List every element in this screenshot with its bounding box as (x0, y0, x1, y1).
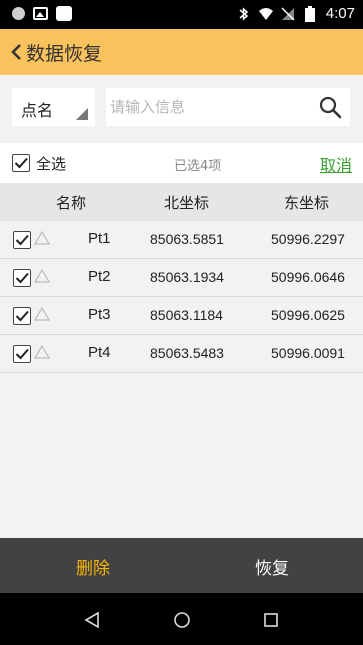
image-icon (33, 7, 48, 20)
point-name: Pt1 (88, 230, 111, 247)
row-checkbox[interactable] (13, 231, 31, 249)
north-coordinate: 85063.5483 (150, 345, 224, 361)
table-row[interactable]: Pt2 85063.1934 50996.0646 (0, 259, 363, 297)
bottom-action-bar: 删除 恢复 (0, 538, 363, 593)
bluetooth-icon (239, 6, 248, 21)
row-checkbox[interactable] (13, 307, 31, 325)
checkmark-icon (14, 157, 28, 169)
app-header: 数据恢复 (0, 29, 363, 75)
north-coordinate: 85063.1184 (150, 307, 223, 323)
table-header: 名称 北坐标 东坐标 (0, 183, 363, 221)
status-bar: 4:07 (0, 0, 363, 29)
field-select-value: 点名 (21, 101, 54, 120)
selected-count: 已选4项 (174, 159, 222, 174)
column-header-north: 北坐标 (164, 194, 210, 212)
north-coordinate: 85063.1934 (150, 269, 224, 285)
magnifier-icon (319, 96, 342, 119)
select-all-row: 全选 已选4项 取消 (0, 143, 363, 183)
restore-button[interactable]: 恢复 (255, 554, 289, 579)
checkmark-icon (15, 310, 29, 322)
warning-triangle-icon (34, 307, 50, 321)
warning-triangle-icon (34, 269, 50, 283)
nav-recents-button[interactable] (259, 608, 283, 632)
checkmark-icon (15, 348, 29, 360)
navigation-bar (0, 593, 363, 645)
table-body: Pt1 85063.5851 50996.2297 Pt2 85063.1934… (0, 221, 363, 373)
table-row[interactable]: Pt1 85063.5851 50996.2297 (0, 221, 363, 259)
search-button[interactable] (310, 88, 350, 126)
north-coordinate: 85063.5851 (150, 231, 224, 247)
select-all-label[interactable]: 全选 (36, 153, 66, 174)
chevron-left-icon (11, 44, 21, 60)
delete-button[interactable]: 删除 (76, 554, 110, 579)
table-row[interactable]: Pt4 85063.5483 50996.0091 (0, 335, 363, 373)
search-input[interactable] (106, 88, 310, 126)
warning-triangle-icon (34, 345, 50, 359)
field-select-dropdown[interactable]: 点名 (12, 88, 95, 126)
point-name: Pt2 (88, 268, 111, 285)
app-icon (56, 6, 72, 21)
warning-triangle-icon (34, 231, 50, 245)
point-name: Pt3 (88, 306, 111, 323)
table-row[interactable]: Pt3 85063.1184 50996.0625 (0, 297, 363, 335)
east-coordinate: 50996.2297 (271, 231, 345, 247)
nav-home-button[interactable] (170, 608, 194, 632)
east-coordinate: 50996.0625 (271, 307, 345, 323)
back-button[interactable] (6, 40, 26, 64)
wifi-icon (258, 7, 273, 20)
record-icon (12, 7, 25, 20)
no-sim-icon (281, 6, 295, 21)
dropdown-triangle-icon (76, 108, 88, 120)
row-checkbox[interactable] (13, 345, 31, 363)
nav-back-button[interactable] (80, 608, 104, 632)
search-box (106, 88, 310, 126)
checkmark-icon (15, 234, 29, 246)
east-coordinate: 50996.0091 (271, 345, 345, 361)
back-triangle-icon (84, 611, 99, 629)
home-circle-icon (174, 612, 190, 628)
point-name: Pt4 (88, 344, 111, 361)
column-header-east: 东坐标 (284, 194, 330, 212)
column-header-name: 名称 (56, 194, 87, 212)
select-all-checkbox[interactable] (12, 154, 30, 172)
page-title: 数据恢复 (26, 43, 103, 65)
search-row: 点名 (0, 75, 363, 141)
east-coordinate: 50996.0646 (271, 269, 345, 285)
row-checkbox[interactable] (13, 269, 31, 287)
checkmark-icon (15, 272, 29, 284)
recents-square-icon (264, 613, 278, 627)
battery-icon (304, 5, 315, 22)
cancel-button[interactable]: 取消 (320, 152, 352, 176)
status-time: 4:07 (325, 5, 355, 22)
